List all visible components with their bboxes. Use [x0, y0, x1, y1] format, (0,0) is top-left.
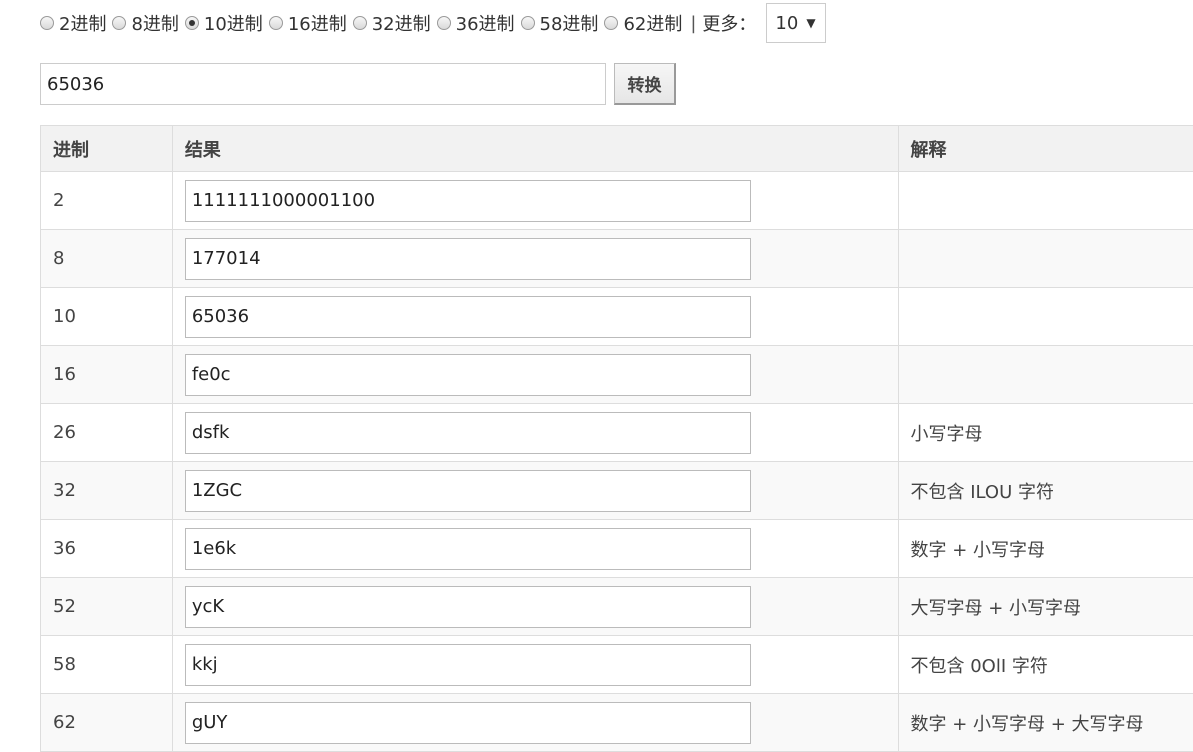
row-result-cell	[172, 230, 898, 288]
table-row: 26 小写字母	[41, 404, 1193, 462]
table-row: 16	[41, 346, 1193, 404]
header-note: 解释	[898, 126, 1193, 172]
row-result-cell	[172, 578, 898, 636]
row-note	[898, 288, 1193, 346]
number-input[interactable]	[40, 63, 606, 105]
row-result-cell	[172, 694, 898, 752]
result-field[interactable]	[185, 238, 751, 280]
result-field[interactable]	[185, 354, 751, 396]
result-field[interactable]	[185, 180, 751, 222]
radio-label: 8进制	[131, 10, 178, 36]
row-note: 不包含 0OlI 字符	[898, 636, 1193, 694]
row-base: 8	[41, 230, 173, 288]
radio-base-58[interactable]: 58进制	[521, 10, 599, 36]
row-base: 2	[41, 172, 173, 230]
header-base: 进制	[41, 126, 173, 172]
radio-dot[interactable]	[353, 16, 367, 30]
row-result-cell	[172, 346, 898, 404]
more-select-value: 10	[775, 13, 798, 34]
row-result-cell	[172, 404, 898, 462]
input-row: 转换	[40, 63, 676, 105]
table-row: 62 数字 + 小写字母 + 大写字母	[41, 694, 1193, 752]
radio-base-8[interactable]: 8进制	[112, 10, 178, 36]
row-note	[898, 346, 1193, 404]
row-result-cell	[172, 636, 898, 694]
dropdown-arrow-icon: ▼	[806, 16, 815, 30]
radio-label: 10进制	[204, 10, 263, 36]
row-base: 32	[41, 462, 173, 520]
radio-dot[interactable]	[269, 16, 283, 30]
radio-dot[interactable]	[185, 16, 199, 30]
radio-base-2[interactable]: 2进制	[40, 10, 106, 36]
table-row: 58 不包含 0OlI 字符	[41, 636, 1193, 694]
radio-label: 2进制	[59, 10, 106, 36]
row-note: 小写字母	[898, 404, 1193, 462]
radio-dot[interactable]	[40, 16, 54, 30]
result-field[interactable]	[185, 296, 751, 338]
convert-button[interactable]: 转换	[614, 63, 676, 105]
table-row: 36 数字 + 小写字母	[41, 520, 1193, 578]
result-field[interactable]	[185, 702, 751, 744]
row-base: 62	[41, 694, 173, 752]
row-note: 不包含 ILOU 字符	[898, 462, 1193, 520]
row-base: 16	[41, 346, 173, 404]
radio-base-32[interactable]: 32进制	[353, 10, 431, 36]
result-field[interactable]	[185, 470, 751, 512]
radio-dot[interactable]	[112, 16, 126, 30]
row-base: 10	[41, 288, 173, 346]
table-row: 32 不包含 ILOU 字符	[41, 462, 1193, 520]
row-base: 26	[41, 404, 173, 462]
radio-base-36[interactable]: 36进制	[437, 10, 515, 36]
row-result-cell	[172, 520, 898, 578]
row-note	[898, 172, 1193, 230]
radio-base-62[interactable]: 62进制	[604, 10, 682, 36]
row-note	[898, 230, 1193, 288]
table-row: 52 大写字母 + 小写字母	[41, 578, 1193, 636]
result-table: 进制 结果 解释 2 8 10 16 26 小写字母	[40, 125, 1193, 752]
result-field[interactable]	[185, 586, 751, 628]
row-result-cell	[172, 172, 898, 230]
radio-dot[interactable]	[521, 16, 535, 30]
row-note: 数字 + 小写字母 + 大写字母	[898, 694, 1193, 752]
table-header-row: 进制 结果 解释	[41, 126, 1193, 172]
radio-label: 62进制	[623, 10, 682, 36]
header-result: 结果	[172, 126, 898, 172]
row-base: 52	[41, 578, 173, 636]
table-row: 10	[41, 288, 1193, 346]
table-row: 8	[41, 230, 1193, 288]
result-field[interactable]	[185, 528, 751, 570]
more-label: 更多：	[702, 10, 756, 36]
radio-base-16[interactable]: 16进制	[269, 10, 347, 36]
radix-selector: 2进制 8进制 10进制 16进制 32进制 36进制 58进制 62进制 | …	[40, 6, 826, 40]
row-base: 58	[41, 636, 173, 694]
radio-base-10[interactable]: 10进制	[185, 10, 263, 36]
radio-dot[interactable]	[437, 16, 451, 30]
radio-label: 16进制	[288, 10, 347, 36]
row-result-cell	[172, 288, 898, 346]
result-field[interactable]	[185, 412, 751, 454]
row-note: 大写字母 + 小写字母	[898, 578, 1193, 636]
divider: |	[690, 13, 696, 34]
row-base: 36	[41, 520, 173, 578]
radio-label: 32进制	[372, 10, 431, 36]
row-result-cell	[172, 462, 898, 520]
radio-dot[interactable]	[604, 16, 618, 30]
radio-label: 58进制	[540, 10, 599, 36]
radio-label: 36进制	[456, 10, 515, 36]
table-row: 2	[41, 172, 1193, 230]
row-note: 数字 + 小写字母	[898, 520, 1193, 578]
result-field[interactable]	[185, 644, 751, 686]
more-radix-select[interactable]: 10 ▼	[766, 3, 826, 43]
